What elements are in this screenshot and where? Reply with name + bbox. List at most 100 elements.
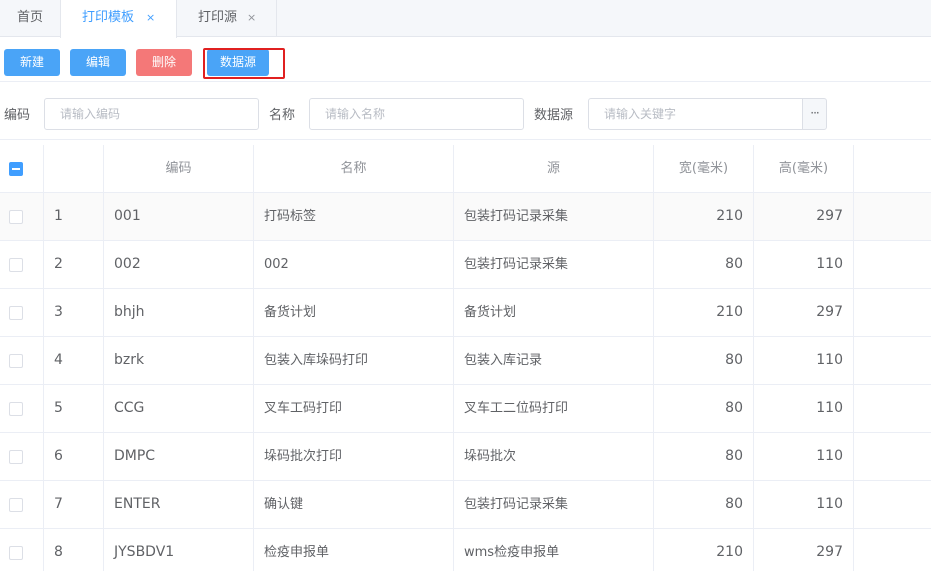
row-name: 叉车工码打印 <box>254 385 454 433</box>
row-checkbox[interactable] <box>9 450 23 464</box>
row-checkbox-cell <box>0 481 44 529</box>
new-button[interactable]: 新建 <box>4 49 60 76</box>
tab-print-source[interactable]: 打印源 × <box>177 0 277 37</box>
row-filler <box>854 433 931 481</box>
row-height: 110 <box>754 385 854 433</box>
row-checkbox-cell <box>0 337 44 385</box>
row-filler <box>854 529 931 571</box>
row-code: 002 <box>104 241 254 289</box>
row-checkbox[interactable] <box>9 546 23 560</box>
row-width: 80 <box>654 481 754 529</box>
row-height: 297 <box>754 289 854 337</box>
row-filler <box>854 385 931 433</box>
name-label: 名称 <box>269 108 296 123</box>
table-row[interactable]: 7 ENTER 确认键 包装打码记录采集 80 110 <box>0 481 931 529</box>
row-height: 110 <box>754 337 854 385</box>
table-row[interactable]: 3 bhjh 备货计划 备货计划 210 297 <box>0 289 931 337</box>
header-code[interactable]: 编码 <box>104 145 254 193</box>
row-index: 4 <box>44 337 104 385</box>
select-all-checkbox[interactable] <box>9 162 23 176</box>
row-source: 叉车工二位码打印 <box>454 385 654 433</box>
close-icon[interactable]: × <box>146 0 155 36</box>
tab-print-template-label: 打印模板 <box>82 10 135 25</box>
row-code: CCG <box>104 385 254 433</box>
row-code: JYSBDV1 <box>104 529 254 571</box>
row-source: 包装打码记录采集 <box>454 241 654 289</box>
row-width: 80 <box>654 337 754 385</box>
row-checkbox[interactable] <box>9 306 23 320</box>
header-name[interactable]: 名称 <box>254 145 454 193</box>
row-code: 001 <box>104 193 254 241</box>
row-filler <box>854 289 931 337</box>
row-code: bzrk <box>104 337 254 385</box>
row-name: 确认键 <box>254 481 454 529</box>
row-checkbox-cell <box>0 193 44 241</box>
header-index <box>44 145 104 193</box>
more-icon[interactable]: ··· <box>802 98 827 130</box>
table-row[interactable]: 1 001 打码标签 包装打码记录采集 210 297 <box>0 193 931 241</box>
row-checkbox[interactable] <box>9 354 23 368</box>
name-input[interactable] <box>309 98 524 130</box>
tab-home[interactable]: 首页 <box>0 0 60 37</box>
edit-button[interactable]: 编辑 <box>70 49 126 76</box>
row-checkbox-cell <box>0 289 44 337</box>
row-width: 210 <box>654 529 754 571</box>
row-index: 8 <box>44 529 104 571</box>
row-filler <box>854 193 931 241</box>
row-source: 包装入库记录 <box>454 337 654 385</box>
source-input[interactable] <box>588 98 803 130</box>
tab-print-source-label: 打印源 <box>198 10 238 25</box>
close-icon[interactable]: × <box>247 0 256 36</box>
row-name: 002 <box>254 241 454 289</box>
table-row[interactable]: 2 002 002 包装打码记录采集 80 110 <box>0 241 931 289</box>
row-filler <box>854 337 931 385</box>
row-name: 备货计划 <box>254 289 454 337</box>
row-checkbox[interactable] <box>9 258 23 272</box>
table-row[interactable]: 4 bzrk 包装入库垛码打印 包装入库记录 80 110 <box>0 337 931 385</box>
row-name: 打码标签 <box>254 193 454 241</box>
row-code: bhjh <box>104 289 254 337</box>
row-height: 110 <box>754 481 854 529</box>
row-source: wms检疫申报单 <box>454 529 654 571</box>
table-row[interactable]: 5 CCG 叉车工码打印 叉车工二位码打印 80 110 <box>0 385 931 433</box>
table-header: 编码 名称 源 宽(毫米) 高(毫米) <box>0 145 931 193</box>
row-width: 80 <box>654 433 754 481</box>
tab-print-template[interactable]: 打印模板 × <box>60 0 177 38</box>
row-index: 2 <box>44 241 104 289</box>
tab-home-label: 首页 <box>16 10 43 25</box>
row-checkbox[interactable] <box>9 210 23 224</box>
row-code: ENTER <box>104 481 254 529</box>
row-filler <box>854 481 931 529</box>
row-checkbox-cell <box>0 433 44 481</box>
header-filler <box>854 145 931 193</box>
header-height[interactable]: 高(毫米) <box>754 145 854 193</box>
toolbar: 新建 编辑 删除 数据源 <box>0 37 931 82</box>
row-checkbox[interactable] <box>9 402 23 416</box>
row-index: 7 <box>44 481 104 529</box>
row-index: 3 <box>44 289 104 337</box>
row-source: 包装打码记录采集 <box>454 481 654 529</box>
tab-bar: 首页 打印模板 × 打印源 × <box>0 0 931 38</box>
row-index: 5 <box>44 385 104 433</box>
row-height: 110 <box>754 433 854 481</box>
row-name: 包装入库垛码打印 <box>254 337 454 385</box>
row-index: 1 <box>44 193 104 241</box>
row-name: 垛码批次打印 <box>254 433 454 481</box>
row-width: 80 <box>654 241 754 289</box>
row-height: 297 <box>754 529 854 571</box>
row-width: 80 <box>654 385 754 433</box>
code-input[interactable] <box>44 98 259 130</box>
header-width[interactable]: 宽(毫米) <box>654 145 754 193</box>
row-width: 210 <box>654 193 754 241</box>
row-source: 垛码批次 <box>454 433 654 481</box>
row-checkbox[interactable] <box>9 498 23 512</box>
row-index: 6 <box>44 433 104 481</box>
table-row[interactable]: 8 JYSBDV1 检疫申报单 wms检疫申报单 210 297 <box>0 529 931 571</box>
delete-button[interactable]: 删除 <box>136 49 192 76</box>
table-row[interactable]: 6 DMPC 垛码批次打印 垛码批次 80 110 <box>0 433 931 481</box>
highlight-box <box>203 48 285 79</box>
header-checkbox-cell <box>0 145 44 193</box>
row-code: DMPC <box>104 433 254 481</box>
row-name: 检疫申报单 <box>254 529 454 571</box>
header-source[interactable]: 源 <box>454 145 654 193</box>
